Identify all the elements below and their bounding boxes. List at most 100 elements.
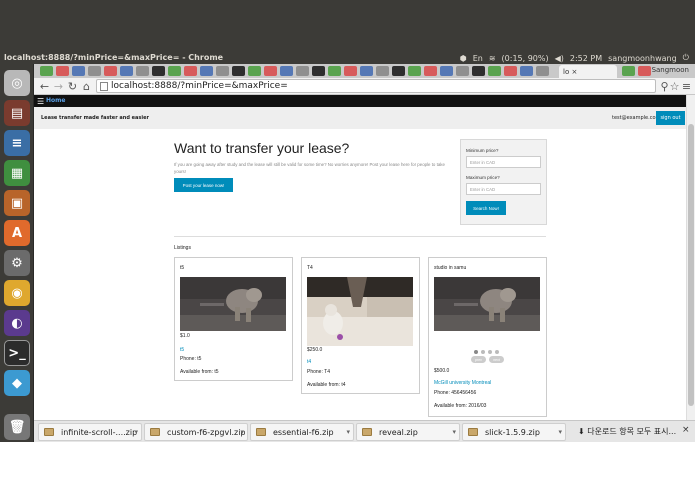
tab[interactable] — [280, 66, 293, 76]
min-price-input[interactable]: Enter in CAD — [466, 156, 541, 168]
reload-icon[interactable]: ↻ — [66, 80, 79, 93]
trash-icon[interactable]: 🗑 — [4, 414, 30, 440]
settings-icon[interactable]: ⚙ — [4, 250, 30, 276]
tab[interactable] — [536, 66, 549, 76]
tab[interactable] — [216, 66, 229, 76]
chevron-down-icon[interactable]: ▾ — [558, 428, 562, 436]
wifi-icon[interactable]: ≋ — [489, 54, 496, 63]
listing-photo[interactable] — [180, 277, 286, 331]
download-item[interactable]: reveal.zip ▾ — [356, 423, 460, 441]
download-item[interactable]: slick-1.5.9.zip ▾ — [462, 423, 566, 441]
tab[interactable] — [56, 66, 69, 76]
tab[interactable] — [622, 66, 635, 76]
profile-name[interactable]: Sangmoon — [652, 66, 689, 74]
tab[interactable] — [392, 66, 405, 76]
software-center-icon[interactable]: A — [4, 220, 30, 246]
carousel-dot[interactable] — [488, 350, 492, 354]
tab[interactable] — [376, 66, 389, 76]
listing-card[interactable]: studio in samu prev next $500.0 McGill u… — [428, 257, 547, 417]
tab[interactable] — [638, 66, 651, 76]
tab[interactable] — [104, 66, 117, 76]
tab[interactable] — [184, 66, 197, 76]
post-lease-button[interactable]: Post your lease now! — [174, 178, 233, 192]
tab[interactable] — [520, 66, 533, 76]
user-menu[interactable]: sangmoonhwang — [608, 54, 677, 63]
search-button[interactable]: Search Now! — [466, 201, 506, 215]
nav-home-link[interactable]: Home — [46, 97, 65, 104]
sign-out-button[interactable]: sign out — [656, 111, 685, 125]
ubuntu-dash-icon[interactable]: ◎ — [4, 70, 30, 96]
menu-icon[interactable]: ≡ — [680, 80, 693, 93]
listing-link[interactable]: t4 — [307, 359, 311, 365]
carousel-dot[interactable] — [481, 350, 485, 354]
tab[interactable] — [408, 66, 421, 76]
listing-link[interactable]: McGill university Montreal — [434, 380, 491, 386]
tab[interactable] — [248, 66, 261, 76]
tab[interactable] — [472, 66, 485, 76]
files-icon[interactable]: ▤ — [4, 100, 30, 126]
back-icon[interactable]: ← — [38, 80, 51, 93]
carousel-dot[interactable] — [474, 350, 478, 354]
tab[interactable] — [488, 66, 501, 76]
tab[interactable] — [312, 66, 325, 76]
close-icon[interactable]: × — [682, 425, 690, 435]
download-item[interactable]: infinite-scroll-....zip ▾ — [38, 423, 142, 441]
tab[interactable] — [40, 66, 53, 76]
chevron-down-icon[interactable]: ▾ — [452, 428, 456, 436]
download-item[interactable]: essential-f6.zip ▾ — [250, 423, 354, 441]
writer-icon[interactable]: ≡ — [4, 130, 30, 156]
tab[interactable] — [88, 66, 101, 76]
tab[interactable] — [296, 66, 309, 76]
tab-strip: lo × Sangmoon — [34, 64, 695, 78]
show-all-downloads-link[interactable]: ⬇ 다운로드 항목 모두 표시... — [578, 426, 676, 437]
max-price-input[interactable]: Enter in CAD — [466, 183, 541, 195]
tab[interactable] — [136, 66, 149, 76]
listing-card[interactable]: t5 $1.0 t5 Phone: t5 Available from: t5 — [174, 257, 293, 381]
tab[interactable] — [360, 66, 373, 76]
home-icon[interactable]: ⌂ — [80, 80, 93, 93]
calc-icon[interactable]: ▦ — [4, 160, 30, 186]
tab[interactable] — [328, 66, 341, 76]
listing-photo[interactable] — [434, 277, 540, 331]
eclipse-icon[interactable]: ◐ — [4, 310, 30, 336]
hamburger-icon[interactable]: ☰ — [37, 97, 44, 106]
listing-link[interactable]: t5 — [180, 347, 184, 353]
terminal-icon[interactable]: >_ — [4, 340, 30, 366]
tab[interactable] — [152, 66, 165, 76]
carousel-dot[interactable] — [495, 350, 499, 354]
chrome-icon[interactable]: ◉ — [4, 280, 30, 306]
forward-icon[interactable]: → — [52, 80, 65, 93]
tab[interactable] — [424, 66, 437, 76]
carousel-next-button[interactable]: next — [489, 356, 504, 363]
power-icon[interactable]: ⏻ — [683, 53, 689, 63]
download-item[interactable]: custom-f6-zpgvl.zip ▾ — [144, 423, 248, 441]
tab[interactable] — [456, 66, 469, 76]
listing-photo[interactable] — [307, 277, 413, 346]
chevron-down-icon[interactable]: ▾ — [240, 428, 244, 436]
chevron-down-icon[interactable]: ▾ — [134, 428, 138, 436]
workspace-switcher-icon[interactable]: ◆ — [4, 370, 30, 396]
tab-active[interactable]: lo × — [559, 65, 617, 78]
scrollbar-thumb[interactable] — [688, 124, 694, 406]
tab[interactable] — [504, 66, 517, 76]
tab[interactable] — [232, 66, 245, 76]
tab[interactable] — [168, 66, 181, 76]
clock[interactable]: 2:52 PM — [570, 54, 602, 63]
address-bar[interactable]: localhost:8888/?minPrice=&maxPrice= — [96, 79, 656, 93]
listing-card[interactable]: T4 $250.0 t4 Phone: T4 Available from: t… — [301, 257, 420, 394]
tab[interactable] — [344, 66, 357, 76]
user-email: test@example.com — [612, 115, 661, 121]
volume-icon[interactable]: ◀) — [555, 54, 564, 63]
tab[interactable] — [120, 66, 133, 76]
dropbox-icon[interactable]: ⬢ — [460, 54, 467, 63]
carousel-dots[interactable] — [474, 350, 499, 354]
impress-icon[interactable]: ▣ — [4, 190, 30, 216]
tab[interactable] — [72, 66, 85, 76]
keyboard-lang-indicator[interactable]: En — [473, 54, 483, 63]
tab[interactable] — [264, 66, 277, 76]
chevron-down-icon[interactable]: ▾ — [346, 428, 350, 436]
carousel-prev-button[interactable]: prev — [471, 356, 486, 363]
tab[interactable] — [200, 66, 213, 76]
battery-indicator[interactable]: (0:15, 90%) — [502, 54, 549, 63]
tab[interactable] — [440, 66, 453, 76]
